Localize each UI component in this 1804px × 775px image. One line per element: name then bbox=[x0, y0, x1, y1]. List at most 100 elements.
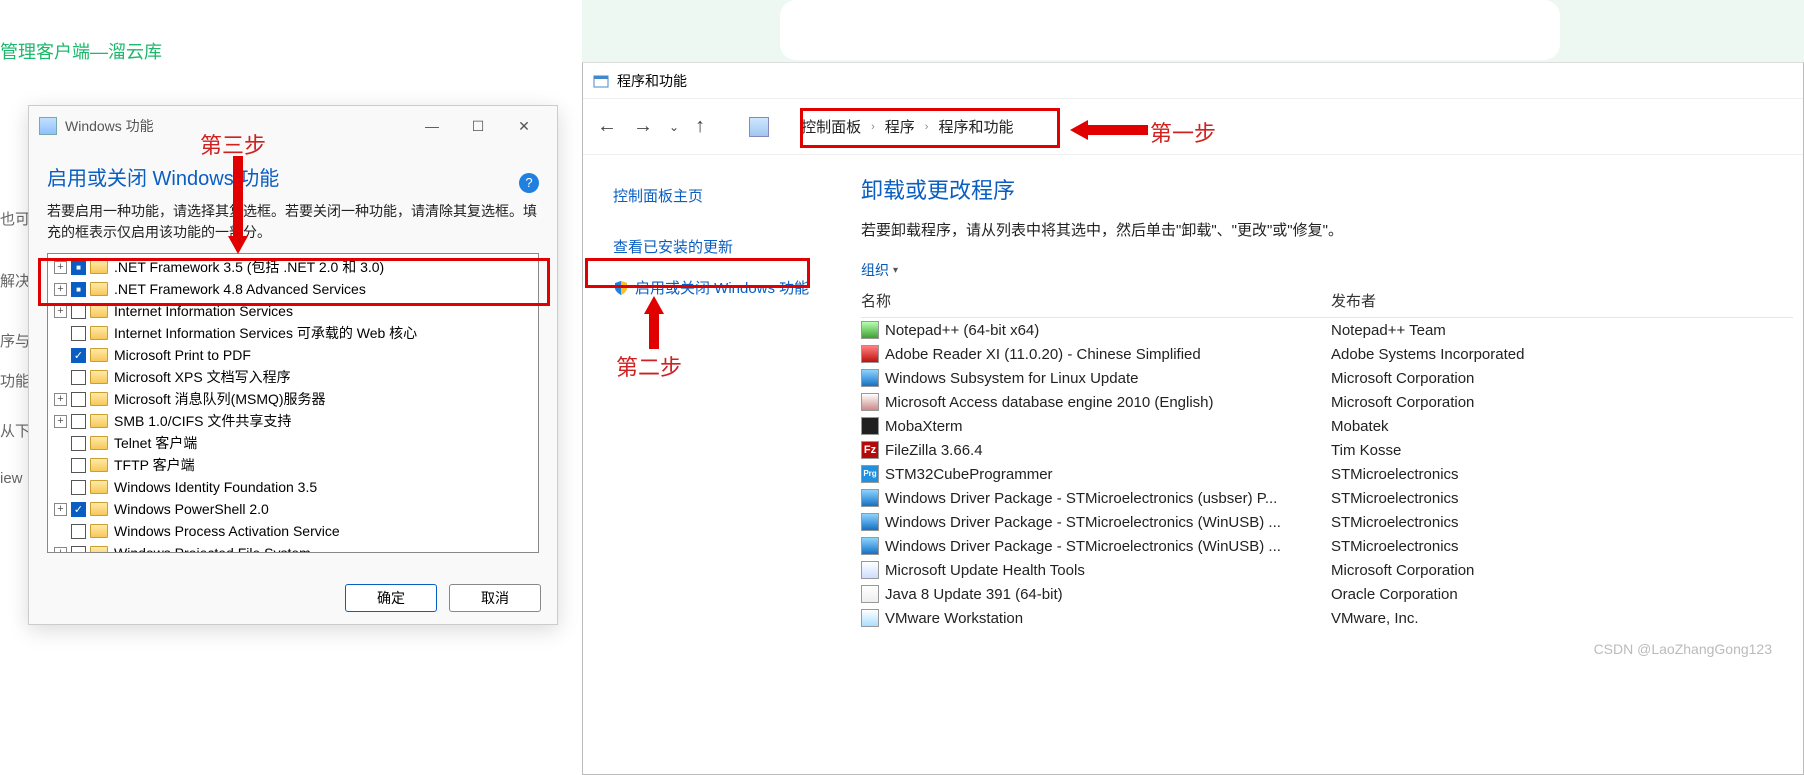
program-publisher: Microsoft Corporation bbox=[1331, 394, 1631, 411]
help-button[interactable]: ? bbox=[519, 173, 539, 193]
column-headers[interactable]: 名称 发布者 bbox=[861, 290, 1793, 318]
feature-item[interactable]: Microsoft XPS 文档写入程序 bbox=[48, 366, 538, 388]
folder-icon bbox=[90, 414, 108, 428]
program-icon bbox=[861, 369, 879, 387]
program-publisher: Tim Kosse bbox=[1331, 442, 1631, 459]
feature-item[interactable]: Telnet 客户端 bbox=[48, 432, 538, 454]
checkbox[interactable] bbox=[71, 348, 86, 363]
feature-label: Microsoft 消息队列(MSMQ)服务器 bbox=[114, 389, 326, 409]
expand-icon[interactable]: + bbox=[54, 415, 67, 428]
checkbox[interactable] bbox=[71, 502, 86, 517]
expand-icon[interactable]: + bbox=[54, 305, 67, 318]
col-publisher[interactable]: 发布者 bbox=[1331, 290, 1631, 311]
location-icon bbox=[749, 117, 769, 137]
windows-features-dialog: Windows 功能 — ☐ ✕ 启用或关闭 Windows 功能 ? 若要启用… bbox=[28, 105, 558, 625]
checkbox[interactable] bbox=[71, 546, 86, 554]
checkbox[interactable] bbox=[71, 480, 86, 495]
expand-icon[interactable]: + bbox=[54, 503, 67, 516]
bg-text: 从下 bbox=[0, 420, 30, 441]
cancel-button[interactable]: 取消 bbox=[449, 584, 541, 612]
control-panel-window: 程序和功能 ← → ⌄ ↑ 控制面板 › 程序 › 程序和功能 控制面板主页 查… bbox=[582, 62, 1804, 775]
checkbox[interactable] bbox=[71, 524, 86, 539]
organize-label: 组织 bbox=[861, 260, 889, 280]
feature-item[interactable]: +SMB 1.0/CIFS 文件共享支持 bbox=[48, 410, 538, 432]
program-row[interactable]: PrgSTM32CubeProgrammerSTMicroelectronics bbox=[861, 462, 1793, 486]
page-title: 管理客户端—溜云库 bbox=[0, 38, 162, 64]
bg-text: 也可 bbox=[0, 208, 30, 229]
feature-item[interactable]: TFTP 客户端 bbox=[48, 454, 538, 476]
minimize-button[interactable]: — bbox=[409, 111, 455, 141]
arrow-icon bbox=[224, 156, 252, 256]
program-name: VMware Workstation bbox=[885, 610, 1023, 627]
folder-icon bbox=[90, 480, 108, 494]
expand-icon[interactable]: + bbox=[54, 547, 67, 554]
program-row[interactable]: VMware WorkstationVMware, Inc. bbox=[861, 606, 1793, 630]
checkbox[interactable] bbox=[71, 326, 86, 341]
program-icon bbox=[861, 513, 879, 531]
program-name: Windows Subsystem for Linux Update bbox=[885, 370, 1138, 387]
program-publisher: Microsoft Corporation bbox=[1331, 370, 1631, 387]
feature-label: Windows PowerShell 2.0 bbox=[114, 501, 269, 517]
program-name: FileZilla 3.66.4 bbox=[885, 442, 983, 459]
program-row[interactable]: Microsoft Update Health ToolsMicrosoft C… bbox=[861, 558, 1793, 582]
program-row[interactable]: Windows Subsystem for Linux Update Micros… bbox=[861, 366, 1793, 390]
feature-item[interactable]: Microsoft Print to PDF bbox=[48, 344, 538, 366]
forward-button[interactable]: → bbox=[633, 115, 653, 138]
feature-item[interactable]: + Windows PowerShell 2.0 bbox=[48, 498, 538, 520]
program-publisher: Notepad++ Team bbox=[1331, 322, 1631, 339]
program-row[interactable]: Adobe Reader XI (11.0.20) - Chinese Simp… bbox=[861, 342, 1793, 366]
program-row[interactable]: Windows Driver Package - STMicroelectron… bbox=[861, 486, 1793, 510]
up-button[interactable]: ↑ bbox=[695, 115, 705, 138]
program-icon bbox=[861, 537, 879, 555]
program-icon bbox=[861, 561, 879, 579]
program-name: Java 8 Update 391 (64-bit) bbox=[885, 586, 1063, 603]
feature-item[interactable]: + Microsoft 消息队列(MSMQ)服务器 bbox=[48, 388, 538, 410]
feature-item[interactable]: Windows Identity Foundation 3.5 bbox=[48, 476, 538, 498]
program-icon bbox=[861, 585, 879, 603]
program-row[interactable]: Microsoft Access database engine 2010 (E… bbox=[861, 390, 1793, 414]
titlebar[interactable]: 程序和功能 bbox=[583, 63, 1803, 99]
organize-menu[interactable]: 组织 ▾ bbox=[861, 260, 1793, 280]
program-row[interactable]: Windows Driver Package - STMicroelectron… bbox=[861, 534, 1793, 558]
annotation-step1: 第一步 bbox=[1150, 116, 1216, 148]
feature-item[interactable]: Internet Information Services 可承载的 Web 核… bbox=[48, 322, 538, 344]
checkbox[interactable] bbox=[71, 458, 86, 473]
program-row[interactable]: Java 8 Update 391 (64-bit)Oracle Corpora… bbox=[861, 582, 1793, 606]
bg-text: 序与 bbox=[0, 330, 30, 351]
program-row[interactable]: Fz FileZilla 3.66.4 Tim Kosse bbox=[861, 438, 1793, 462]
feature-item[interactable]: Windows Process Activation Service bbox=[48, 520, 538, 542]
program-publisher: STMicroelectronics bbox=[1331, 490, 1631, 507]
close-button[interactable]: ✕ bbox=[501, 111, 547, 141]
program-icon bbox=[861, 393, 879, 411]
program-name: Windows Driver Package - STMicroelectron… bbox=[885, 490, 1277, 507]
checkbox[interactable] bbox=[71, 370, 86, 385]
col-name[interactable]: 名称 bbox=[861, 290, 1331, 311]
program-icon: Fz bbox=[861, 441, 879, 459]
program-row[interactable]: Notepad++ (64-bit x64) Notepad++ Team bbox=[861, 318, 1793, 342]
program-row[interactable]: MobaXtermMobatek bbox=[861, 414, 1793, 438]
checkbox[interactable] bbox=[71, 436, 86, 451]
titlebar[interactable]: Windows 功能 — ☐ ✕ bbox=[29, 106, 557, 146]
program-name: Notepad++ (64-bit x64) bbox=[885, 322, 1039, 339]
highlight-step3 bbox=[38, 258, 550, 306]
ok-button[interactable]: 确定 bbox=[345, 584, 437, 612]
highlight-step2 bbox=[585, 258, 810, 288]
history-dropdown[interactable]: ⌄ bbox=[669, 120, 679, 134]
program-row[interactable]: Windows Driver Package - STMicroelectron… bbox=[861, 510, 1793, 534]
watermark: CSDN @LaoZhangGong123 bbox=[1594, 641, 1772, 657]
sidebar: 控制面板主页 查看已安装的更新 启用或关闭 Windows 功能 bbox=[583, 155, 841, 774]
feature-item[interactable]: +Windows Projected File System bbox=[48, 542, 538, 553]
checkbox[interactable] bbox=[71, 392, 86, 407]
folder-icon bbox=[90, 370, 108, 384]
folder-icon bbox=[90, 304, 108, 318]
folder-icon bbox=[90, 436, 108, 450]
maximize-button[interactable]: ☐ bbox=[455, 111, 501, 141]
program-list[interactable]: Notepad++ (64-bit x64) Notepad++ Team Adob… bbox=[861, 318, 1793, 630]
expand-icon[interactable]: + bbox=[54, 393, 67, 406]
checkbox[interactable] bbox=[71, 414, 86, 429]
program-name: MobaXterm bbox=[885, 418, 963, 435]
back-button[interactable]: ← bbox=[597, 115, 617, 138]
program-name: Windows Driver Package - STMicroelectron… bbox=[885, 514, 1281, 531]
sidebar-home[interactable]: 控制面板主页 bbox=[613, 175, 841, 216]
folder-icon bbox=[90, 392, 108, 406]
